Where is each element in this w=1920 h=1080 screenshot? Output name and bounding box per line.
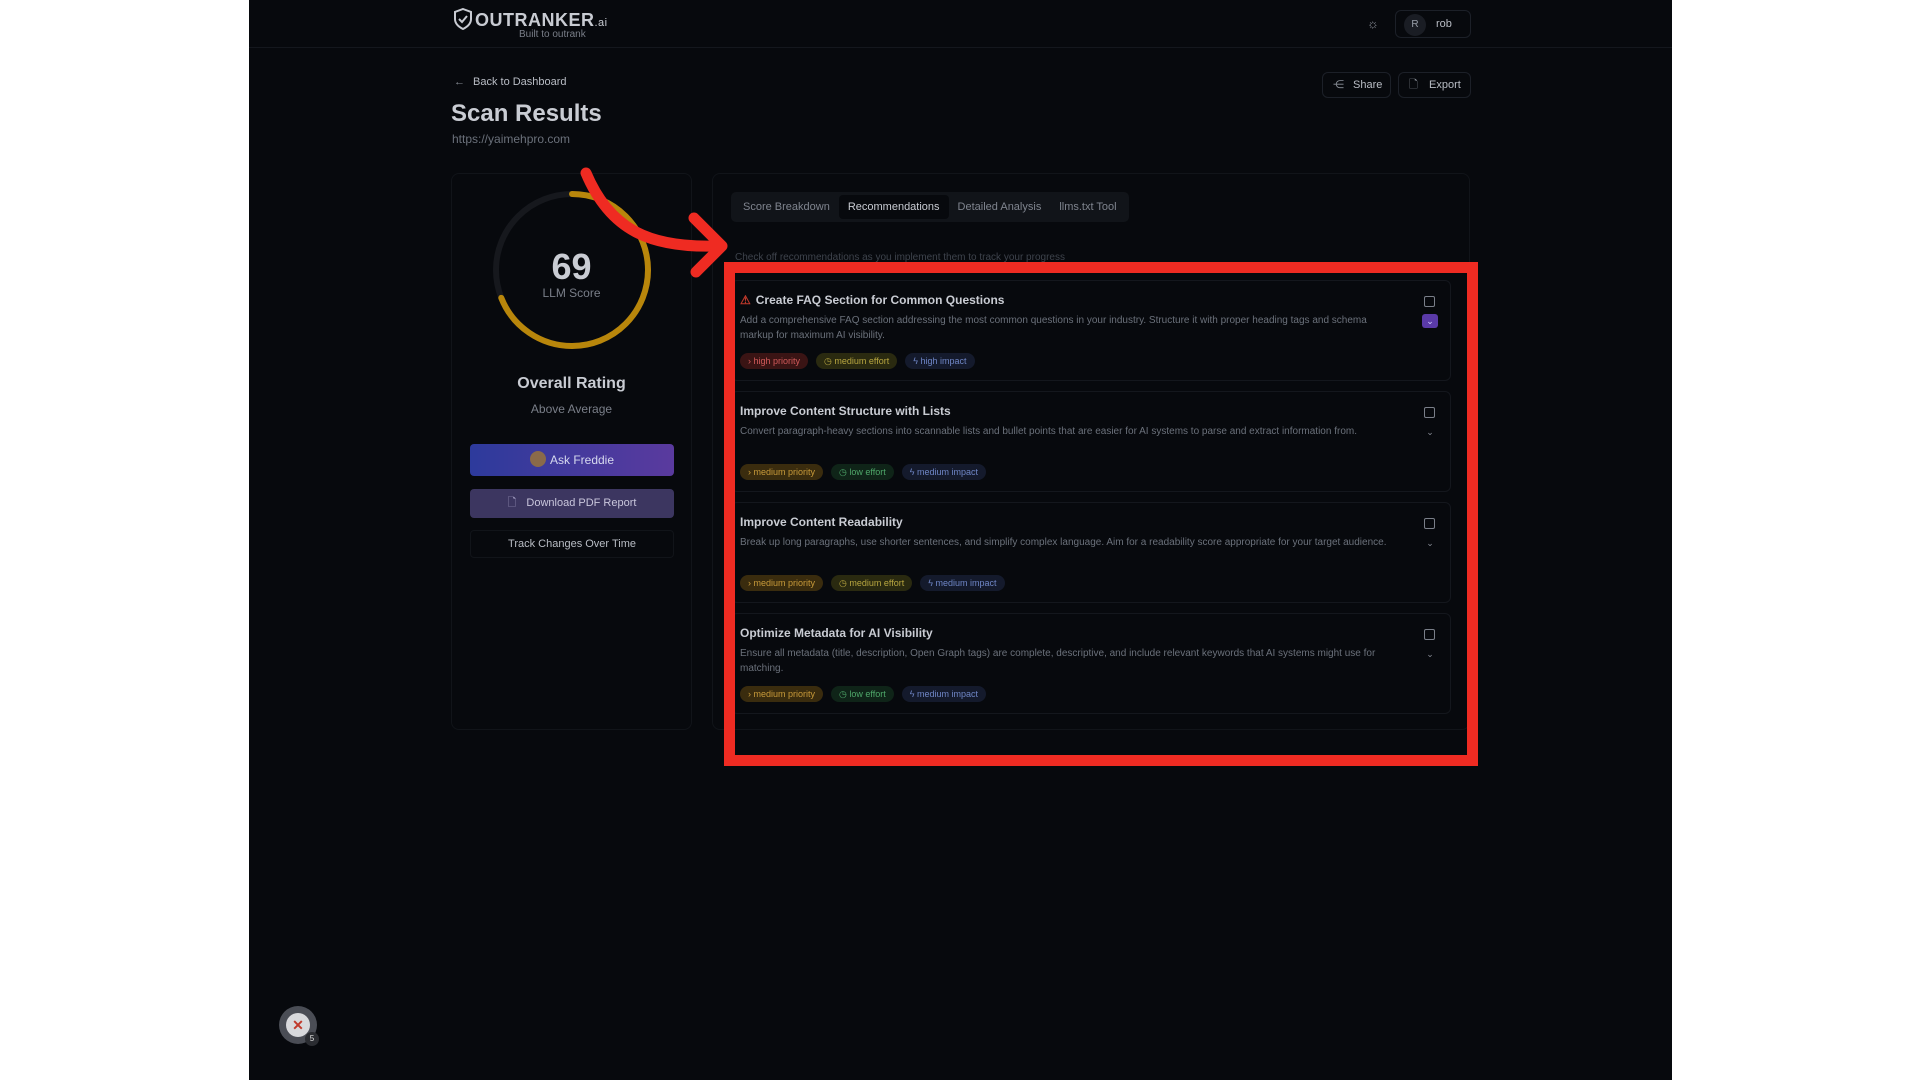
page-title: Scan Results <box>451 100 602 127</box>
ask-freddie-label: Ask Freddie <box>549 453 615 467</box>
share-button[interactable]: ⋲ Share <box>1322 72 1391 98</box>
freddie-avatar-icon <box>529 451 546 467</box>
overall-rating-value: Above Average <box>530 402 613 416</box>
shield-logo-icon <box>454 8 472 30</box>
user-name: rob <box>1436 18 1452 30</box>
download-pdf-button[interactable]: 🗋 Download PDF Report <box>470 489 674 518</box>
llm-score-label: LLM Score <box>542 286 601 300</box>
overall-rating-title: Overall Rating <box>517 375 626 392</box>
document-icon: 🗋 <box>507 497 517 509</box>
track-changes-button[interactable]: Track Changes Over Time <box>470 530 674 558</box>
tab-score-breakdown[interactable]: Score Breakdown <box>734 195 839 219</box>
score-panel: 69 LLM Score Overall Rating Above Averag… <box>451 173 692 730</box>
chat-launcher-button[interactable]: ✕ 5 <box>279 1006 319 1046</box>
tab-detailed-analysis[interactable]: Detailed Analysis <box>949 195 1051 219</box>
arrow-left-icon: ← <box>454 76 465 88</box>
tab-bar: Score Breakdown Recommendations Detailed… <box>731 192 1129 222</box>
logo-text: OUTRANKER.ai <box>475 10 608 31</box>
top-bar: OUTRANKER.ai Built to outrank ☼ R rob <box>249 0 1672 48</box>
notification-count-badge: 5 <box>305 1032 319 1046</box>
llm-score-value: 69 <box>551 246 592 287</box>
tab-recommendations[interactable]: Recommendations <box>838 195 949 219</box>
share-icon: ⋲ <box>1333 79 1344 91</box>
scanned-url: https://yaimehpro.com <box>452 132 571 146</box>
annotation-highlight-box <box>724 262 1478 766</box>
user-menu-button[interactable]: R rob <box>1395 10 1471 38</box>
back-to-dashboard-link[interactable]: ← Back to Dashboard <box>454 76 567 88</box>
logo-wordmark: OUTRANKER <box>475 10 595 30</box>
avatar: R <box>1404 14 1426 36</box>
file-icon: 🗋 <box>1409 79 1418 91</box>
tab-llms-txt-tool[interactable]: llms.txt Tool <box>1050 195 1125 219</box>
back-label: Back to Dashboard <box>473 76 567 88</box>
logo-tagline: Built to outrank <box>519 29 586 40</box>
share-label: Share <box>1353 79 1383 91</box>
export-button[interactable]: 🗋 Export <box>1398 72 1471 98</box>
theme-toggle-sun-icon[interactable]: ☼ <box>1364 15 1382 33</box>
ask-freddie-button[interactable]: Ask Freddie <box>470 444 674 476</box>
logo-suffix: .ai <box>594 17 608 29</box>
export-label: Export <box>1429 79 1461 91</box>
download-pdf-label: Download PDF Report <box>526 497 637 509</box>
